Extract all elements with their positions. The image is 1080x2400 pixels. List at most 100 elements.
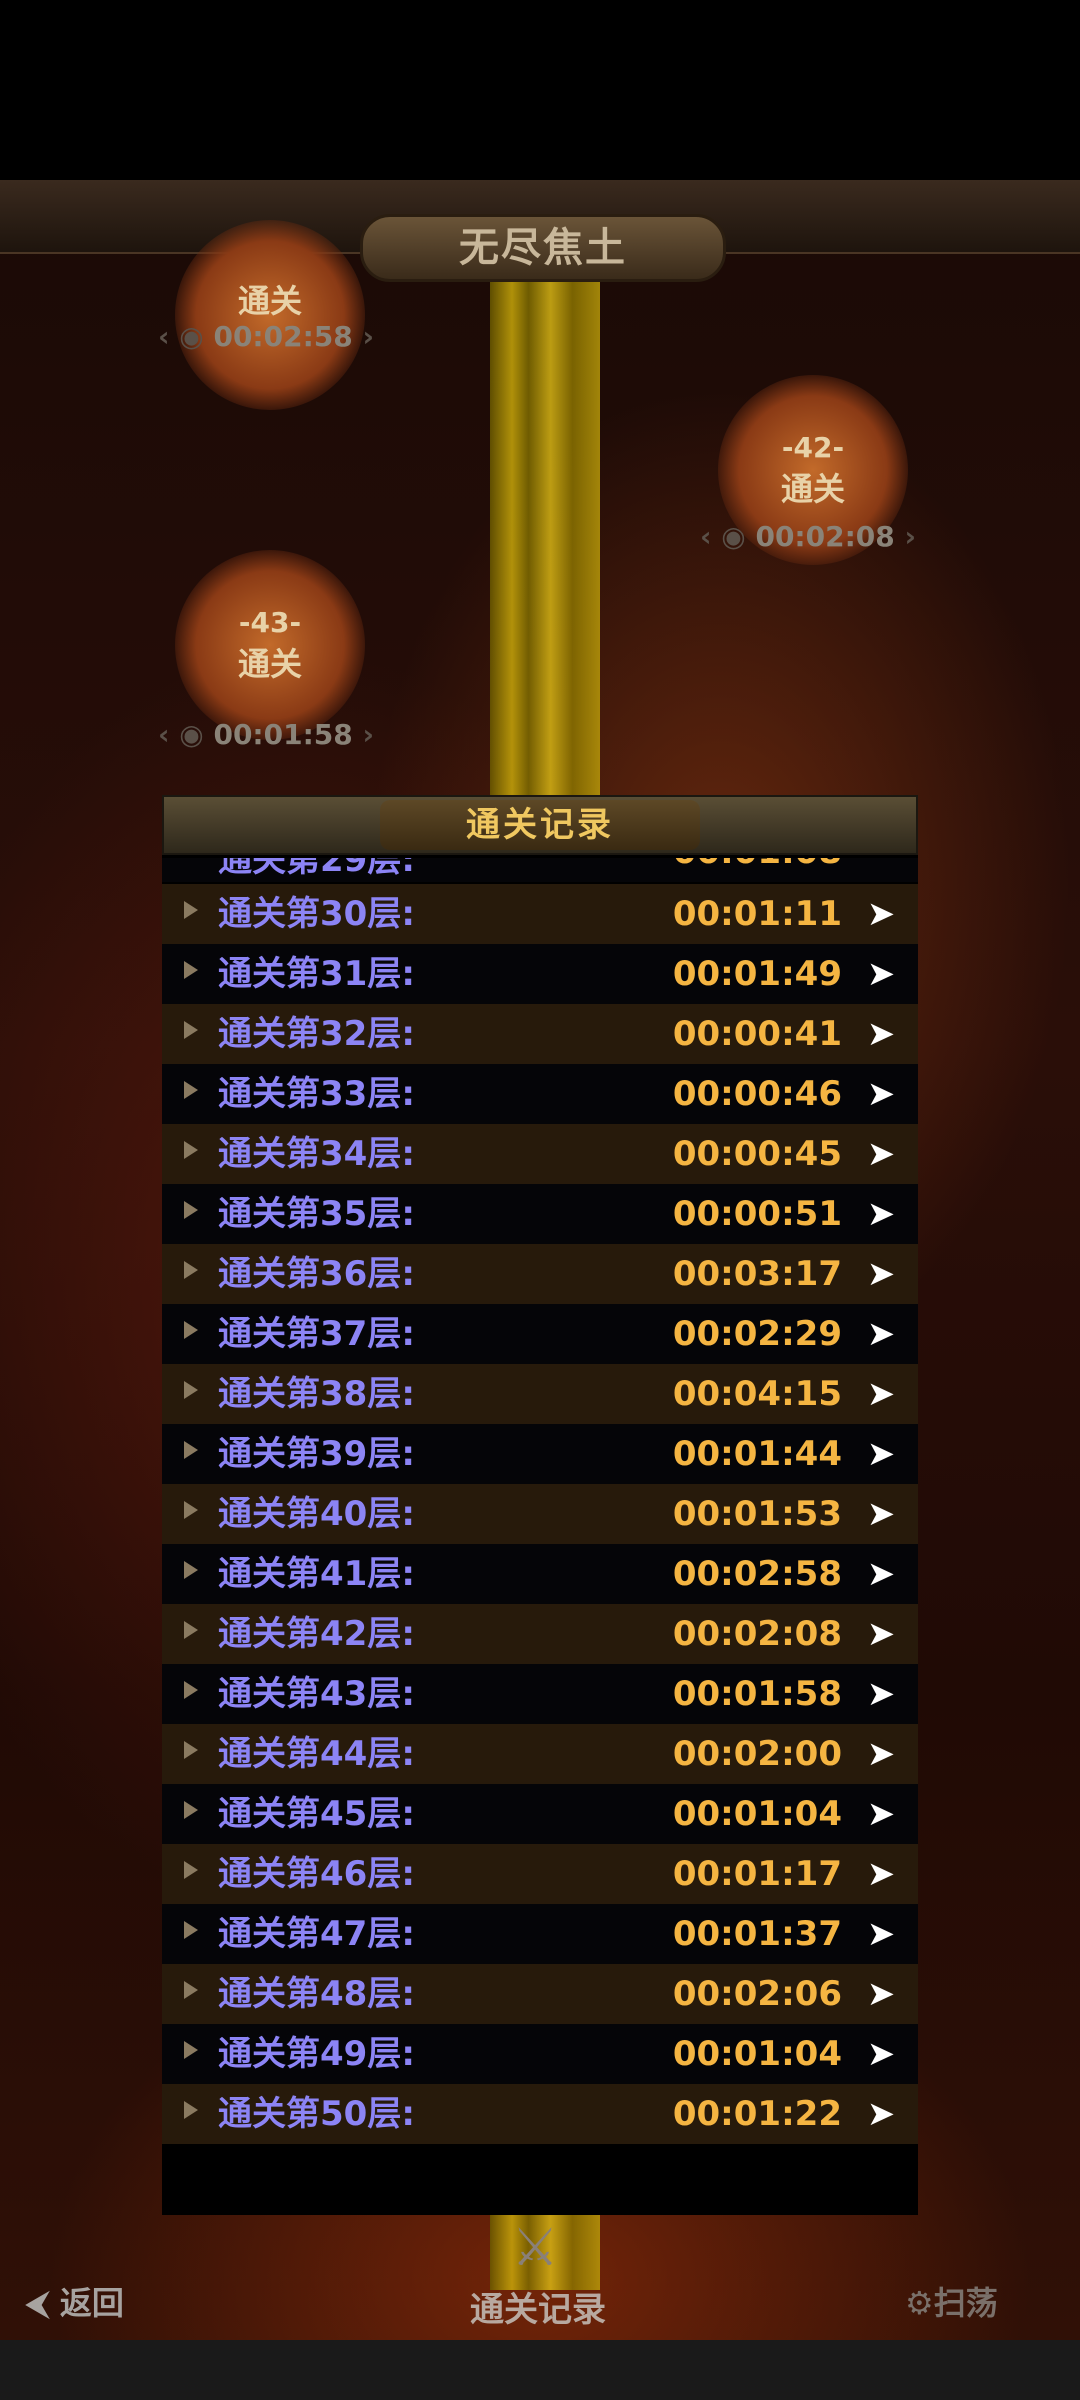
navigation-bar <box>0 2340 1080 2400</box>
table-row[interactable]: 通关第31层: 00:01:49 ➤ <box>162 944 918 1004</box>
go-arrow-icon[interactable]: ➤ <box>862 1975 900 2013</box>
table-row[interactable]: 通关第39层: 00:01:44 ➤ <box>162 1424 918 1484</box>
floor-label: 通关第43层: <box>218 1674 415 1714</box>
table-row[interactable]: 通关第47层: 00:01:37 ➤ <box>162 1904 918 1964</box>
table-row[interactable]: 通关第46层: 00:01:17 ➤ <box>162 1844 918 1904</box>
floor-label: 通关第40层: <box>218 1494 415 1534</box>
triangle-bullet-icon <box>184 1321 198 1339</box>
table-row[interactable]: 通关第37层: 00:02:29 ➤ <box>162 1304 918 1364</box>
triangle-bullet-icon <box>184 1021 198 1039</box>
crossed-swords-icon: ⚔ <box>511 2218 559 2278</box>
back-button[interactable]: ⮜ 返回 <box>26 2278 124 2324</box>
table-row[interactable]: 通关第41层: 00:02:58 ➤ <box>162 1544 918 1604</box>
table-row[interactable]: 通关第43层: 00:01:58 ➤ <box>162 1664 918 1724</box>
partial-row: 通关第29层: 00:01:08 <box>162 858 918 882</box>
triangle-bullet-icon <box>184 1201 198 1219</box>
floor-label: 通关第42层: <box>218 1614 415 1654</box>
triangle-bullet-icon <box>184 1501 198 1519</box>
floor-label: 通关第45层: <box>218 1794 415 1834</box>
sweep-button[interactable]: ⚙扫荡 <box>905 2278 998 2324</box>
clear-time: 00:04:15 <box>672 1374 842 1414</box>
clear-time: 00:01:53 <box>672 1494 842 1534</box>
clear-record-button[interactable]: 通关记录 <box>470 2282 606 2331</box>
triangle-bullet-icon <box>184 1141 198 1159</box>
clear-time: 00:01:17 <box>672 1854 842 1894</box>
go-arrow-icon[interactable]: ➤ <box>862 1315 900 1353</box>
table-row[interactable]: 通关第45层: 00:01:04 ➤ <box>162 1784 918 1844</box>
go-arrow-icon[interactable]: ➤ <box>862 1435 900 1473</box>
table-row[interactable]: 通关第44层: 00:02:00 ➤ <box>162 1724 918 1784</box>
triangle-bullet-icon <box>184 1801 198 1819</box>
table-row[interactable]: 通关第33层: 00:00:46 ➤ <box>162 1064 918 1124</box>
go-arrow-icon[interactable]: ➤ <box>862 2095 900 2133</box>
table-row[interactable]: 通关第42层: 00:02:08 ➤ <box>162 1604 918 1664</box>
go-arrow-icon[interactable]: ➤ <box>862 1195 900 1233</box>
node-time-43: ‹ ◉ 00:01:58 › <box>158 718 375 751</box>
floor-label: 通关第33层: <box>218 1074 415 1114</box>
go-arrow-icon[interactable]: ➤ <box>862 1615 900 1653</box>
clear-time: 00:01:49 <box>672 954 842 994</box>
floor-label: 通关第32层: <box>218 1014 415 1054</box>
triangle-bullet-icon <box>184 1261 198 1279</box>
go-arrow-icon[interactable]: ➤ <box>862 955 900 993</box>
go-arrow-icon[interactable]: ➤ <box>862 1375 900 1413</box>
go-arrow-icon[interactable]: ➤ <box>862 1135 900 1173</box>
triangle-bullet-icon <box>184 1741 198 1759</box>
map-node-41[interactable]: 通关 <box>175 220 365 410</box>
clear-time: 00:00:41 <box>672 1014 842 1054</box>
floor-label: 通关第44层: <box>218 1734 415 1774</box>
triangle-bullet-icon <box>184 2041 198 2059</box>
node-time-42: ‹ ◉ 00:02:08 › <box>700 520 917 553</box>
back-arrow-icon: ⮜ <box>26 2284 60 2322</box>
clear-time: 00:00:51 <box>672 1194 842 1234</box>
go-arrow-icon[interactable]: ➤ <box>862 1675 900 1713</box>
floor-label: 通关第31层: <box>218 954 415 994</box>
clear-time: 00:01:58 <box>672 1674 842 1714</box>
triangle-bullet-icon <box>184 961 198 979</box>
page-title: 无尽焦土 <box>360 214 726 282</box>
table-row[interactable]: 通关第49层: 00:01:04 ➤ <box>162 2024 918 2084</box>
clear-time: 00:01:22 <box>672 2094 842 2134</box>
node-status: 通关 <box>780 470 845 508</box>
triangle-bullet-icon <box>184 1561 198 1579</box>
go-arrow-icon[interactable]: ➤ <box>862 2035 900 2073</box>
triangle-bullet-icon <box>184 1861 198 1879</box>
go-arrow-icon[interactable]: ➤ <box>862 1795 900 1833</box>
table-row[interactable]: 通关第38层: 00:04:15 ➤ <box>162 1364 918 1424</box>
node-status: 通关 <box>237 645 302 683</box>
clear-time: 00:02:06 <box>672 1974 842 2014</box>
table-row[interactable]: 通关第30层: 00:01:11 ➤ <box>162 884 918 944</box>
floor-label: 通关第39层: <box>218 1434 415 1474</box>
go-arrow-icon[interactable]: ➤ <box>862 1255 900 1293</box>
node-status: 通关 <box>237 282 302 320</box>
table-row[interactable]: 通关第35层: 00:00:51 ➤ <box>162 1184 918 1244</box>
floor-label: 通关第47层: <box>218 1914 415 1954</box>
clear-time: 00:01:11 <box>672 894 842 934</box>
table-row[interactable]: 通关第50层: 00:01:22 ➤ <box>162 2084 918 2144</box>
table-row[interactable]: 通关第32层: 00:00:41 ➤ <box>162 1004 918 1064</box>
table-row[interactable]: 通关第48层: 00:02:06 ➤ <box>162 1964 918 2024</box>
go-arrow-icon[interactable]: ➤ <box>862 1555 900 1593</box>
triangle-bullet-icon <box>184 1441 198 1459</box>
go-arrow-icon[interactable]: ➤ <box>862 895 900 933</box>
record-list[interactable]: 通关第29层: 00:01:08 通关第30层:00:01:11➤通关第31层:… <box>162 858 918 2208</box>
go-arrow-icon[interactable]: ➤ <box>862 1735 900 1773</box>
node-level: -43- <box>238 606 302 639</box>
clear-time: 00:02:00 <box>672 1734 842 1774</box>
sweep-icon: ⚙ <box>905 2284 934 2322</box>
go-arrow-icon[interactable]: ➤ <box>862 1495 900 1533</box>
go-arrow-icon[interactable]: ➤ <box>862 1075 900 1113</box>
clear-time: 00:00:45 <box>672 1134 842 1174</box>
table-row[interactable]: 通关第34层: 00:00:45 ➤ <box>162 1124 918 1184</box>
table-row[interactable]: 通关第36层: 00:03:17 ➤ <box>162 1244 918 1304</box>
map-node-43[interactable]: -43- 通关 <box>175 550 365 740</box>
go-arrow-icon[interactable]: ➤ <box>862 1015 900 1053</box>
triangle-bullet-icon <box>184 1381 198 1399</box>
go-arrow-icon[interactable]: ➤ <box>862 1855 900 1893</box>
table-row[interactable]: 通关第40层: 00:01:53 ➤ <box>162 1484 918 1544</box>
triangle-bullet-icon <box>184 1081 198 1099</box>
go-arrow-icon[interactable]: ➤ <box>862 1915 900 1953</box>
node-time-41: ‹ ◉ 00:02:58 › <box>158 320 375 353</box>
triangle-bullet-icon <box>184 901 198 919</box>
triangle-bullet-icon <box>184 1981 198 1999</box>
